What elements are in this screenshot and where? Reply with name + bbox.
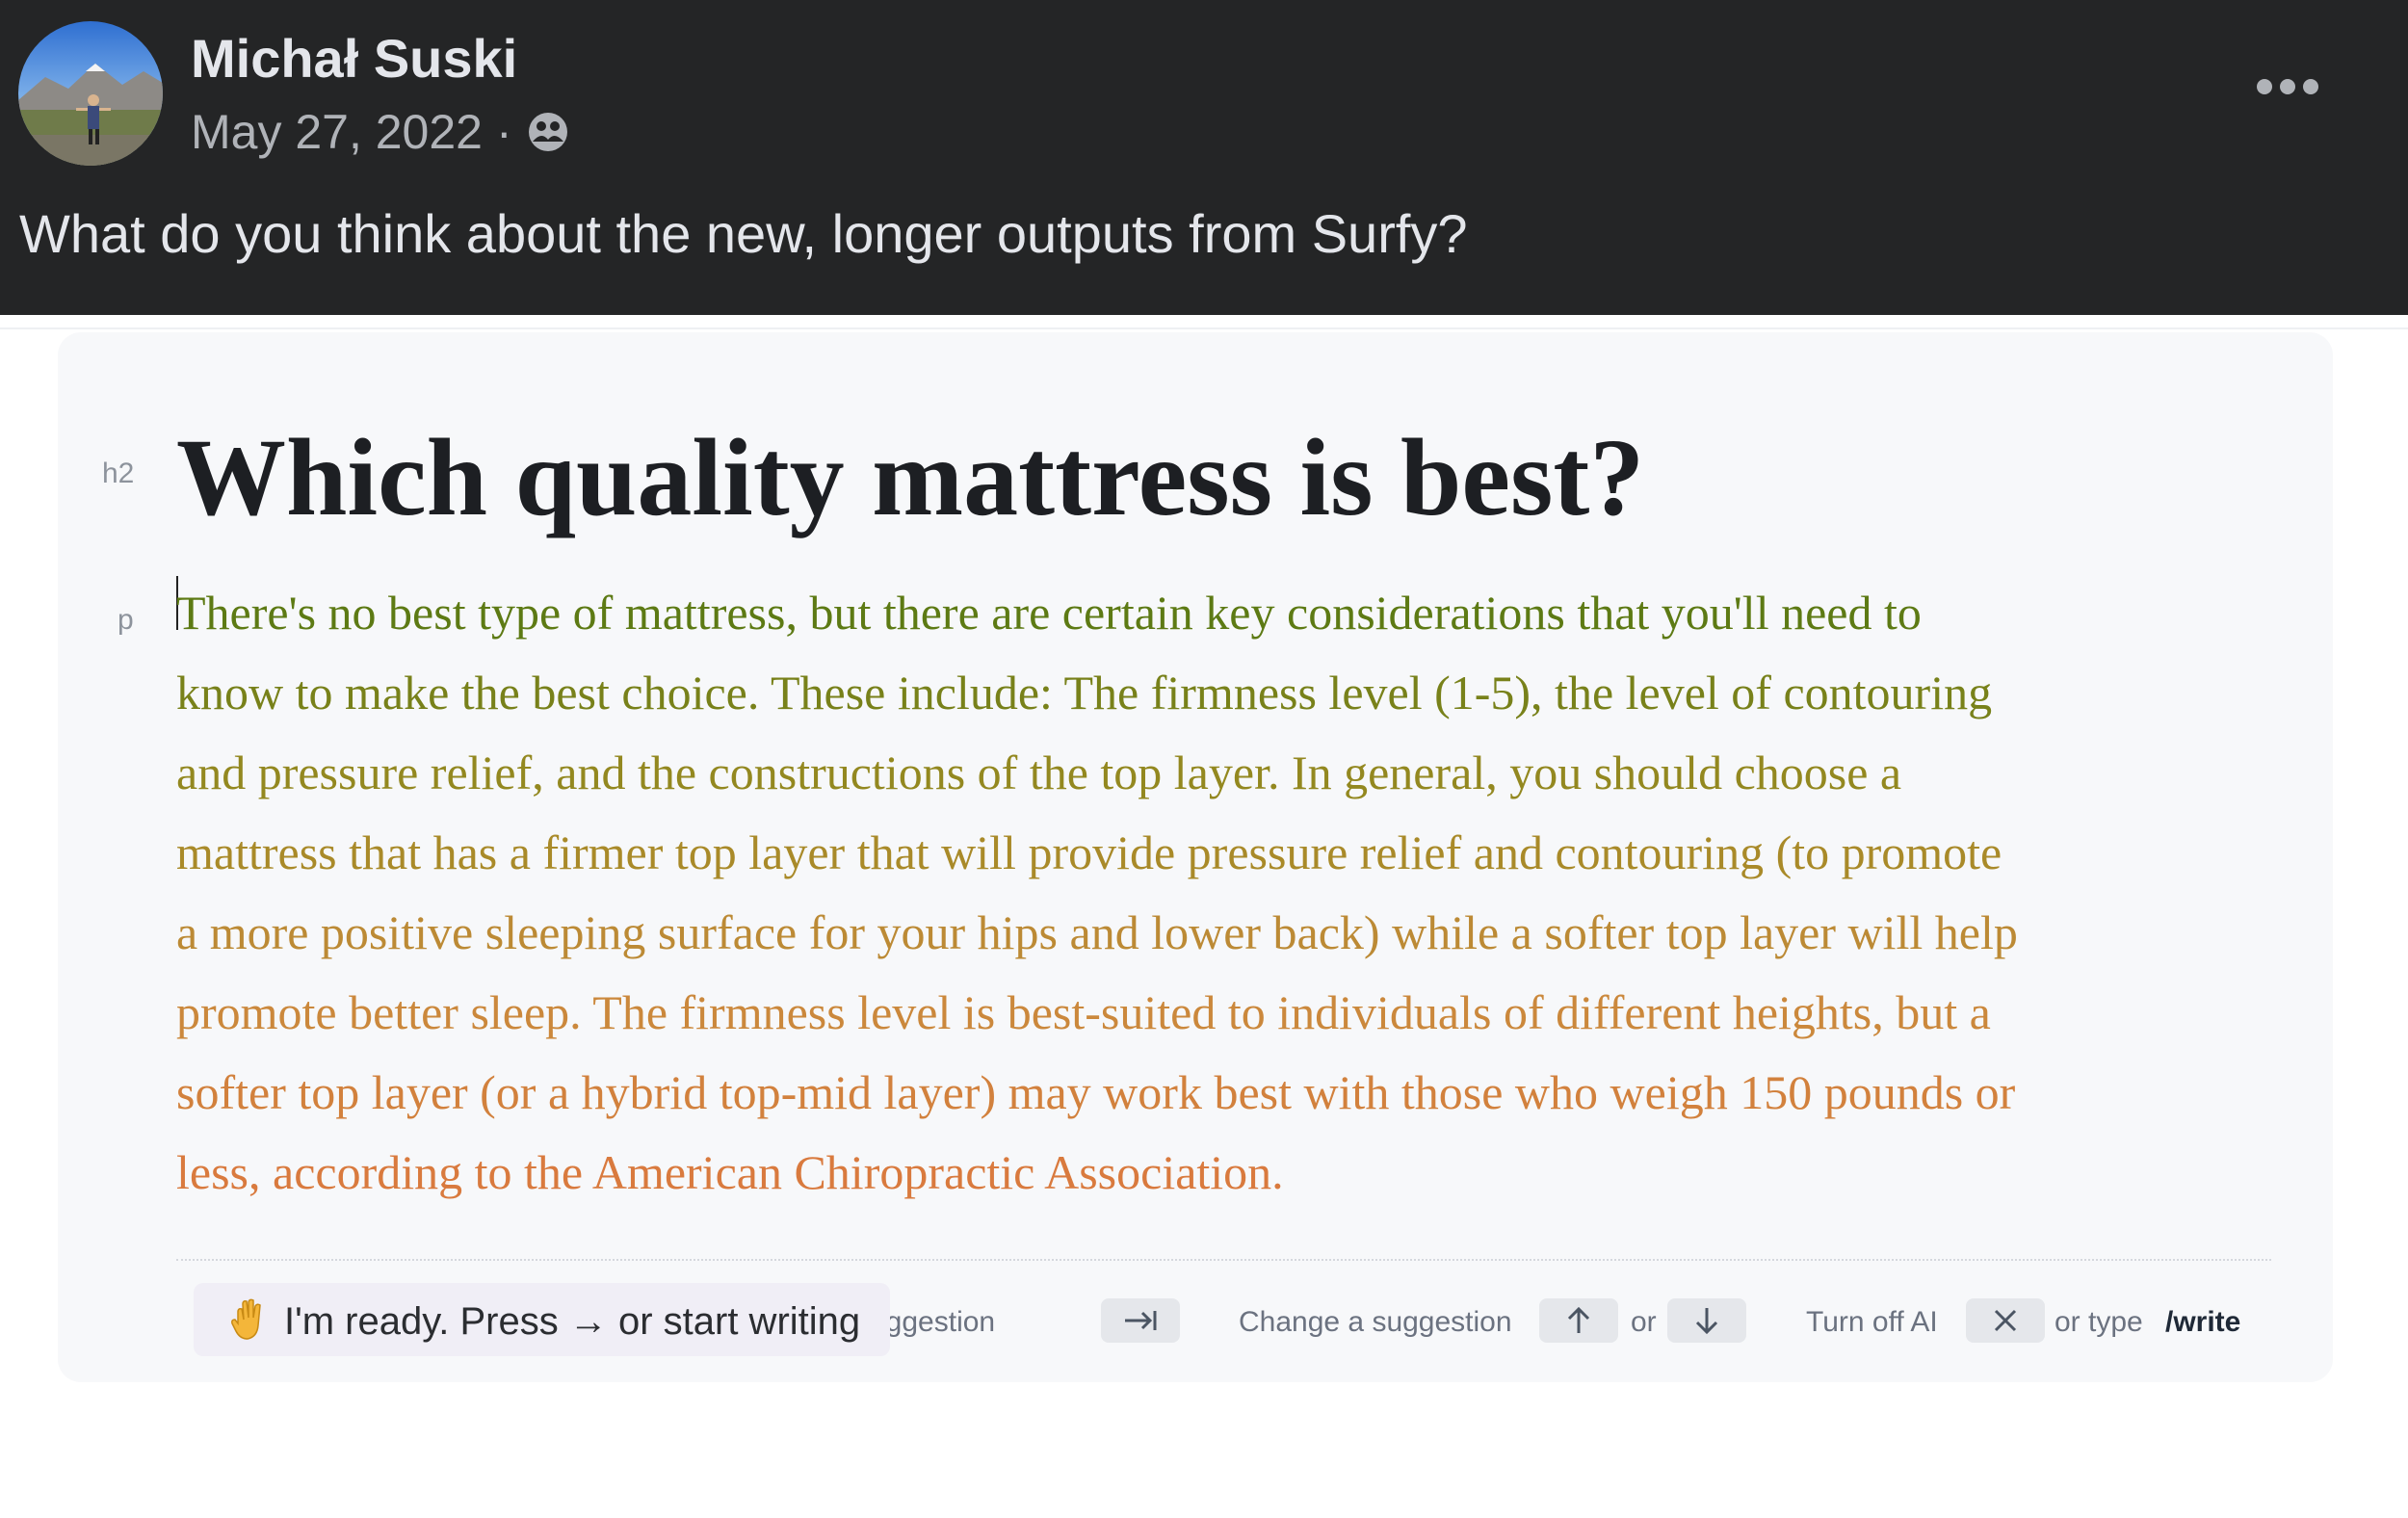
escape-key-icon bbox=[1966, 1298, 2045, 1343]
write-command: /write bbox=[2165, 1306, 2241, 1338]
ellipsis-icon-dot bbox=[2280, 79, 2295, 94]
paragraph-line: less, according to the American Chiropra… bbox=[176, 1145, 1284, 1199]
post-text: What do you think about the new, longer … bbox=[19, 203, 1468, 264]
shortcut-hint-bar: uggestion I'm ready. Press → or start wr… bbox=[176, 1281, 2271, 1358]
hint-divider bbox=[176, 1259, 2271, 1261]
more-options-button[interactable] bbox=[2244, 58, 2331, 116]
ai-ready-prompt[interactable]: I'm ready. Press → or start writing bbox=[194, 1283, 890, 1356]
ellipsis-icon-dot bbox=[2303, 79, 2318, 94]
paragraph-block-tag: p bbox=[118, 604, 134, 636]
author-name[interactable]: Michał Suski bbox=[191, 27, 517, 90]
paragraph-line: softer top layer (or a hybrid top-mid la… bbox=[176, 1065, 2016, 1119]
arrow-down-key-icon bbox=[1667, 1298, 1746, 1343]
arrow-up-key-icon bbox=[1539, 1298, 1618, 1343]
turn-off-ai-hint: Turn off AI bbox=[1806, 1306, 1938, 1338]
or-type-label: or type bbox=[2055, 1306, 2143, 1338]
ellipsis-icon bbox=[2257, 79, 2272, 94]
author-avatar[interactable] bbox=[18, 21, 163, 166]
ai-ready-text: I'm ready. Press → or start writing bbox=[284, 1300, 861, 1343]
editor-paragraph[interactable]: There's no best type of mattress, but th… bbox=[176, 573, 2295, 1213]
change-suggestion-hint: Change a suggestion bbox=[1239, 1306, 1512, 1338]
heading-block-tag: h2 bbox=[102, 458, 135, 489]
paragraph-line: promote better sleep. The firmness level… bbox=[176, 985, 1991, 1039]
editor-heading[interactable]: Which quality mattress is best? bbox=[176, 414, 1644, 541]
friends-icon[interactable] bbox=[526, 110, 570, 154]
editor-screenshot: h2 Which quality mattress is best? p The… bbox=[58, 332, 2333, 1382]
meta-separator: · bbox=[495, 105, 512, 159]
paragraph-line: mattress that has a firmer top layer tha… bbox=[176, 825, 2002, 879]
paragraph-line: There's no best type of mattress, but th… bbox=[176, 586, 1922, 640]
paragraph-line: know to make the best choice. These incl… bbox=[176, 666, 1993, 720]
divider bbox=[0, 327, 2408, 329]
post-date[interactable]: May 27, 2022 bbox=[191, 104, 483, 160]
post-meta: May 27, 2022 · bbox=[191, 104, 570, 160]
or-label: or bbox=[1631, 1306, 1657, 1338]
paragraph-line: a more positive sleeping surface for you… bbox=[176, 905, 2018, 959]
post-header: Michał Suski May 27, 2022 · What do you … bbox=[0, 0, 2408, 315]
waving-hand-icon bbox=[224, 1295, 275, 1345]
tab-key-icon bbox=[1101, 1298, 1180, 1343]
paragraph-line: and pressure relief, and the constructio… bbox=[176, 746, 1902, 799]
